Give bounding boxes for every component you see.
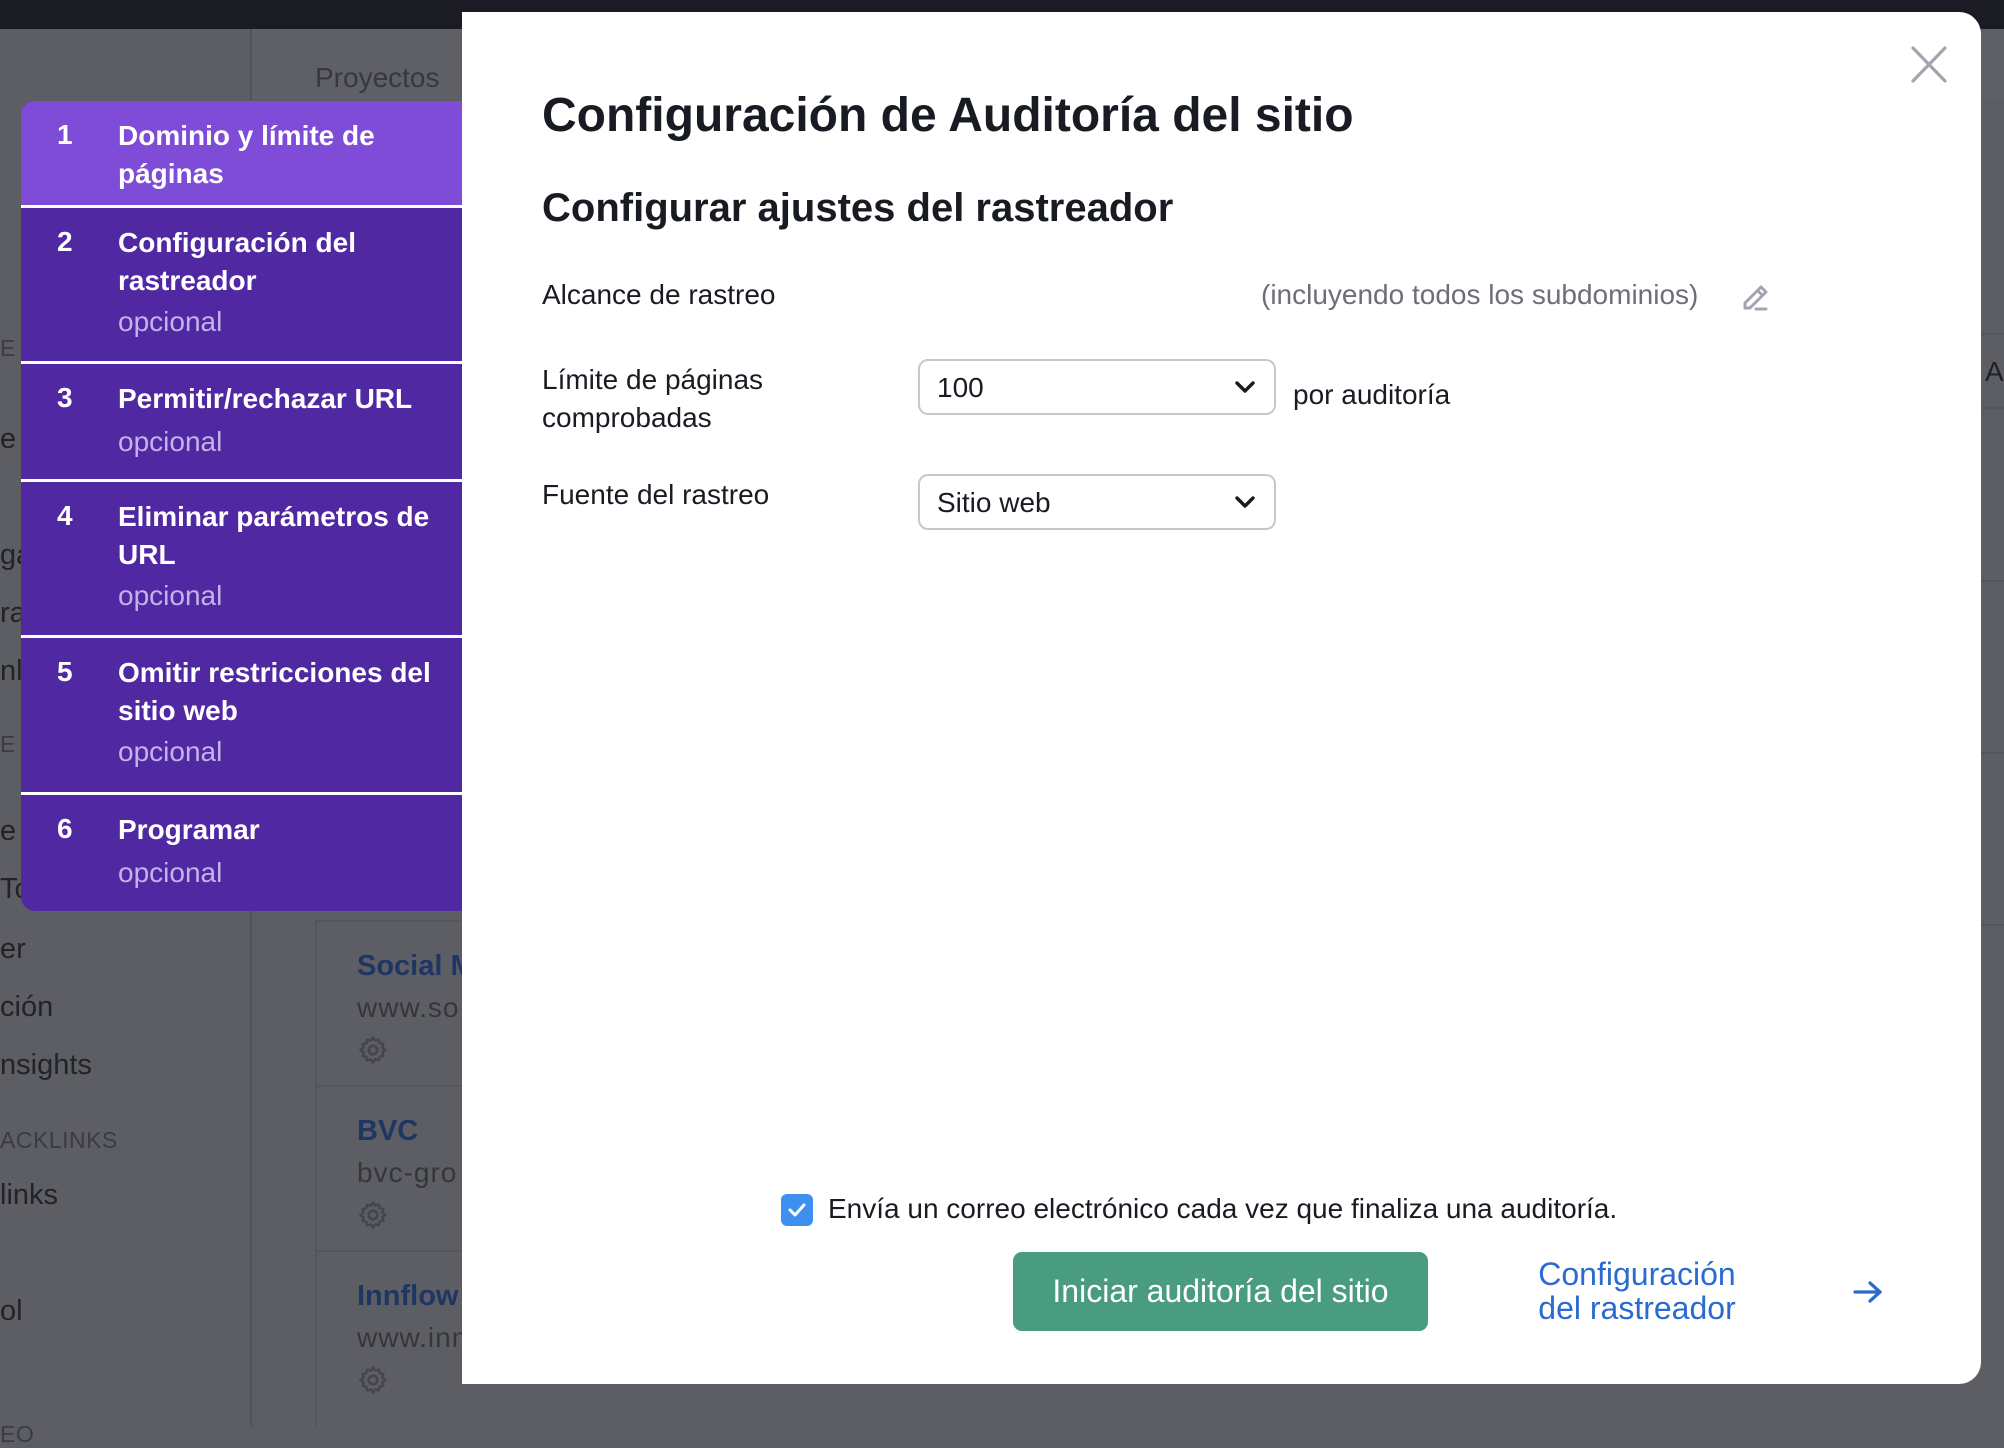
crawl-source-label: Fuente del rastreo xyxy=(542,479,770,510)
start-site-audit-button[interactable]: Iniciar auditoría del sitio xyxy=(1013,1252,1428,1331)
step-optional-label: opcional xyxy=(118,306,223,337)
divider xyxy=(1981,752,2004,754)
step-optional-label: opcional xyxy=(118,736,223,767)
step-optional-label: opcional xyxy=(118,580,223,611)
sidebar-item[interactable]: links xyxy=(0,1179,58,1212)
step-title: Omitir restricciones del sitio web xyxy=(118,657,431,726)
page-limit-label: Límite de páginas comprobadas xyxy=(542,364,764,433)
crawl-source-select[interactable]: Sitio web xyxy=(918,474,1276,530)
step-remove-url-parameters[interactable]: 4 Eliminar parámetros de URL opcional xyxy=(21,482,462,638)
step-number: 2 xyxy=(57,226,73,257)
sidebar-item[interactable]: ol xyxy=(0,1295,23,1328)
checkmark-icon xyxy=(788,1203,806,1217)
gear-icon[interactable] xyxy=(357,1199,389,1231)
step-crawler-settings[interactable]: 2 Configuración del rastreador opcional xyxy=(21,208,462,364)
close-icon[interactable] xyxy=(1911,46,1947,83)
chevron-down-icon xyxy=(1235,381,1255,393)
step-number: 1 xyxy=(57,119,73,150)
step-title: Dominio y límite de páginas xyxy=(118,120,375,189)
divider xyxy=(1981,580,2004,582)
chevron-down-icon xyxy=(1235,496,1255,508)
project-title[interactable]: Social M xyxy=(357,950,475,983)
step-allow-disallow-urls[interactable]: 3 Permitir/rechazar URL opcional xyxy=(21,364,462,482)
sidebar-item[interactable]: ción xyxy=(0,991,53,1024)
step-schedule[interactable]: 6 Programar opcional xyxy=(21,795,462,911)
modal-title: Configuración de Auditoría del sitio xyxy=(542,89,1354,142)
project-title[interactable]: BVC xyxy=(357,1115,418,1148)
divider xyxy=(1981,924,2004,926)
project-title[interactable]: Innflow xyxy=(357,1280,458,1313)
background-column-header: Ac xyxy=(1985,356,2004,387)
section-title: Configurar ajustes del rastreador xyxy=(542,186,1174,230)
arrow-right-icon[interactable] xyxy=(1853,1280,1883,1304)
page-limit-suffix: por auditoría xyxy=(1293,379,1451,410)
project-url: bvc-gro xyxy=(357,1157,458,1188)
step-title: Eliminar parámetros de URL xyxy=(118,501,430,570)
setup-stepper: 1 Dominio y límite de páginas 2 Configur… xyxy=(21,101,462,911)
step-title: Permitir/rechazar URL xyxy=(118,383,413,414)
step-optional-label: opcional xyxy=(118,426,223,457)
step-bypass-restrictions[interactable]: 5 Omitir restricciones del sitio web opc… xyxy=(21,638,462,795)
sidebar-item[interactable]: nl xyxy=(0,655,23,688)
crawl-scope-label: Alcance de rastreo xyxy=(542,279,776,310)
sidebar-item[interactable]: e xyxy=(0,815,16,848)
project-url: www.inn xyxy=(357,1322,469,1353)
gear-icon[interactable] xyxy=(357,1364,389,1396)
sidebar-item[interactable]: nsights xyxy=(0,1049,92,1082)
sidebar-section-label: EO xyxy=(0,1421,35,1447)
next-step-crawler-settings-link[interactable]: Configuración del rastreador xyxy=(1522,1257,1752,1325)
crawl-scope-note: (incluyendo todos los subdominios) xyxy=(1261,279,1699,310)
page-limit-select[interactable]: 100 xyxy=(918,359,1276,415)
pencil-edit-icon[interactable] xyxy=(1740,279,1770,311)
gear-icon[interactable] xyxy=(357,1034,389,1066)
breadcrumb-projects[interactable]: Proyectos xyxy=(315,62,440,94)
sidebar-item[interactable]: e xyxy=(0,423,16,456)
step-number: 3 xyxy=(57,382,73,413)
sidebar-section-label: ACKLINKS xyxy=(0,1127,118,1153)
step-title: Configuración del rastreador xyxy=(118,227,356,296)
divider xyxy=(1981,407,2004,409)
sidebar-item[interactable]: er xyxy=(0,933,26,966)
step-optional-label: opcional xyxy=(118,857,223,888)
step-number: 4 xyxy=(57,500,73,531)
page-limit-value: 100 xyxy=(937,372,984,403)
step-domain-page-limit[interactable]: 1 Dominio y límite de páginas xyxy=(21,101,462,208)
email-notification-label[interactable]: Envía un correo electrónico cada vez que… xyxy=(828,1193,1617,1225)
email-notification-checkbox[interactable] xyxy=(781,1194,813,1226)
crawl-source-value: Sitio web xyxy=(937,487,1051,518)
project-url: www.so xyxy=(357,992,460,1023)
step-number: 5 xyxy=(57,656,73,687)
divider xyxy=(1981,333,2004,335)
site-audit-settings-modal: Configuración de Auditoría del sitio Con… xyxy=(462,12,1981,1384)
step-number: 6 xyxy=(57,813,73,844)
step-title: Programar xyxy=(118,814,260,845)
